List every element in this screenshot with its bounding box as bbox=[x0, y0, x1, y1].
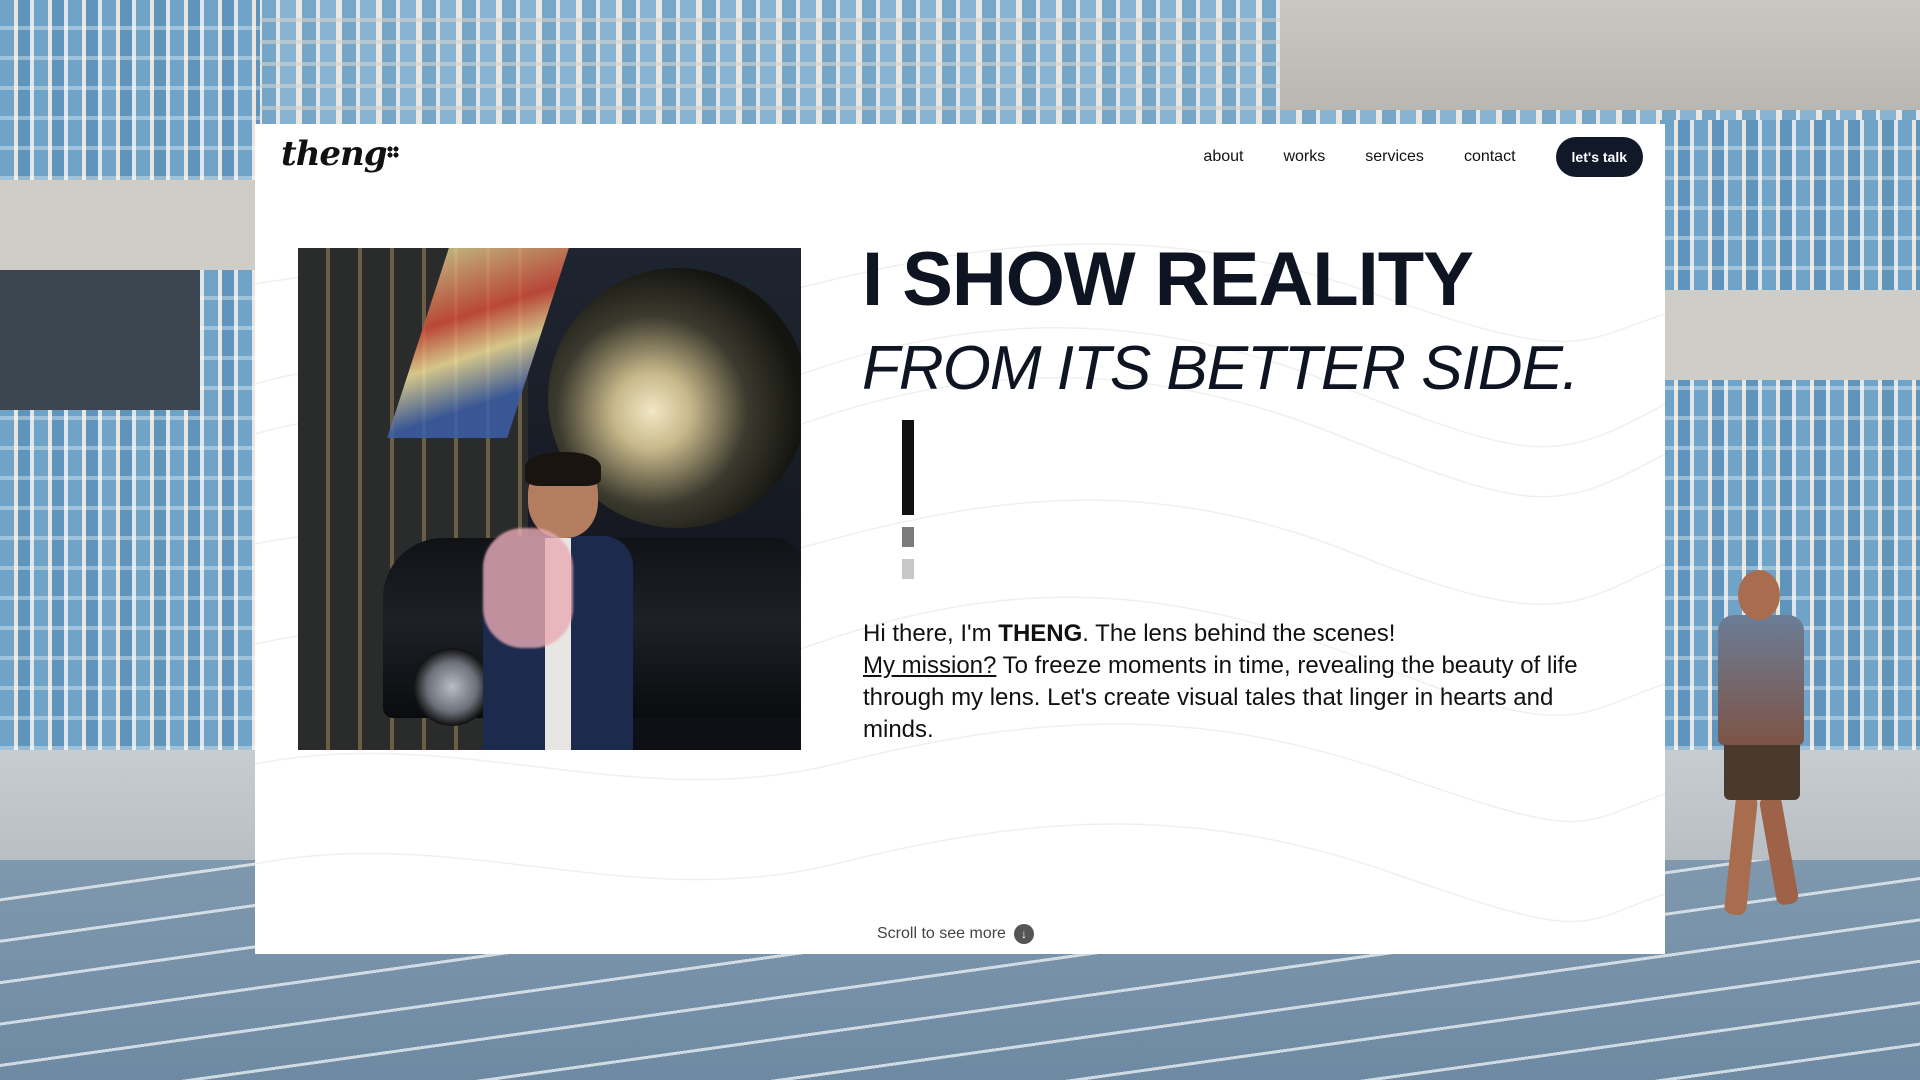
mission-paragraph: My mission? To freeze moments in time, r… bbox=[863, 650, 1623, 746]
arrow-down-icon: ↓ bbox=[1013, 924, 1034, 944]
main-nav: about works services contact let's talk bbox=[1203, 137, 1643, 177]
scroll-hint[interactable]: Scroll to see more ↓ bbox=[877, 924, 1034, 944]
hero-subtitle: FROM ITS BETTER SIDE. bbox=[862, 334, 1579, 403]
background-runner bbox=[1700, 570, 1820, 930]
logo-dots-icon bbox=[386, 146, 399, 158]
photo-waving-person bbox=[473, 452, 643, 750]
lets-talk-button[interactable]: let's talk bbox=[1555, 137, 1643, 177]
intro-suffix: . The lens behind the scenes! bbox=[1082, 620, 1396, 647]
typing-cursor-icon bbox=[902, 420, 914, 579]
intro-line: Hi there, I'm THENG. The lens behind the… bbox=[863, 618, 1623, 650]
intro-text: Hi there, I'm THENG. The lens behind the… bbox=[863, 618, 1623, 746]
background-right-concourse bbox=[1660, 290, 1920, 380]
nav-link-contact[interactable]: contact bbox=[1464, 148, 1516, 166]
hero-card: theng about works services contact let's… bbox=[255, 124, 1665, 954]
mission-link[interactable]: My mission? bbox=[863, 652, 996, 679]
nav-link-services[interactable]: services bbox=[1365, 148, 1424, 166]
intro-prefix: Hi there, I'm bbox=[863, 620, 999, 647]
hero-title: I SHOW REALITY bbox=[862, 237, 1474, 322]
intro-name: THENG bbox=[998, 620, 1083, 647]
portrait-photo bbox=[298, 248, 801, 750]
logo-text: theng bbox=[281, 134, 388, 174]
background-tunnel bbox=[0, 260, 200, 410]
background-roof-structure bbox=[1280, 0, 1920, 110]
background-left-concourse bbox=[0, 180, 260, 270]
nav-link-about[interactable]: about bbox=[1203, 148, 1243, 166]
nav-link-works[interactable]: works bbox=[1283, 148, 1325, 166]
scroll-hint-label: Scroll to see more bbox=[877, 925, 1006, 942]
theng-logo[interactable]: theng bbox=[281, 134, 399, 174]
